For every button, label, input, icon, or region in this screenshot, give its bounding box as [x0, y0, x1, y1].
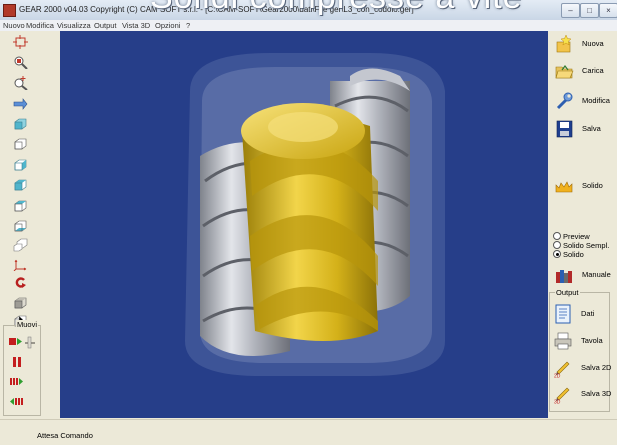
view-left-icon[interactable]: [13, 158, 28, 172]
modifica-button[interactable]: Modifica: [552, 90, 614, 112]
salva-3d-label: Salva 3D: [581, 389, 612, 398]
view-iso-icon[interactable]: [13, 238, 28, 252]
crown-solid-icon: [554, 176, 574, 196]
app-logo-icon: [3, 4, 16, 17]
solido-button[interactable]: Solido: [552, 175, 614, 197]
carica-button[interactable]: Carica: [552, 60, 614, 82]
salva-label: Salva: [582, 124, 601, 133]
fast-forward-icon[interactable]: [9, 375, 24, 389]
radio-preview-dot[interactable]: [553, 232, 561, 240]
radio-solido-sempl[interactable]: Solido Sempl.: [553, 241, 609, 250]
play-icon[interactable]: [8, 335, 36, 349]
fit-view-icon[interactable]: [13, 35, 28, 49]
pencil-3d-icon: 3D: [553, 384, 573, 406]
menu-help[interactable]: ?: [186, 21, 190, 30]
menu-opzioni[interactable]: Opzioni: [155, 21, 180, 30]
radio-preview-label: Preview: [563, 232, 590, 241]
radio-solido[interactable]: Solido: [553, 250, 584, 259]
minimize-icon[interactable]: –: [561, 3, 580, 18]
rewind-icon[interactable]: [9, 395, 24, 409]
tavola-label: Tavola: [581, 336, 603, 345]
menu-bar: Nuovo Modifica Visualizza Output Vista 3…: [0, 20, 617, 31]
move-group-label: Muovi: [16, 320, 39, 329]
nuova-button[interactable]: Nuova: [552, 33, 614, 55]
printer-icon: [553, 331, 573, 351]
radio-solido-dot[interactable]: [553, 250, 561, 258]
zoom-in-icon[interactable]: [13, 76, 28, 90]
modifica-label: Modifica: [582, 96, 610, 105]
solido-label: Solido: [582, 181, 603, 190]
radio-solido-sempl-dot[interactable]: [553, 241, 561, 249]
data-sheet-icon: [553, 304, 573, 324]
screw-rotor-3d-icon: [185, 53, 445, 376]
pencil-2d-icon: 2D: [553, 358, 573, 380]
view-front-icon[interactable]: [13, 117, 28, 131]
books-icon: [554, 265, 574, 285]
carica-label: Carica: [582, 66, 604, 75]
svg-text:2D: 2D: [554, 374, 561, 379]
salva-2d-button[interactable]: 2D Salva 2D: [551, 357, 613, 380]
manuale-label: Manuale: [582, 270, 611, 279]
radio-preview[interactable]: Preview: [553, 232, 590, 241]
cube-icon[interactable]: [13, 296, 28, 310]
rotate-icon[interactable]: [13, 276, 28, 290]
pan-arrow-icon[interactable]: [13, 97, 28, 111]
pause-icon[interactable]: [10, 355, 25, 369]
menu-vista-3d[interactable]: Vista 3D: [122, 21, 150, 30]
axes-icon[interactable]: [13, 257, 28, 271]
radio-solido-sempl-label: Solido Sempl.: [563, 241, 610, 250]
dati-label: Dati: [581, 309, 595, 318]
salva-2d-label: Salva 2D: [581, 363, 612, 372]
menu-nuovo[interactable]: Nuovo: [3, 21, 25, 30]
salva-button[interactable]: Salva: [552, 118, 614, 140]
new-star-icon: [554, 34, 574, 54]
salva-3d-button[interactable]: 3D Salva 3D: [551, 383, 613, 406]
menu-output[interactable]: Output: [94, 21, 117, 30]
menu-visualizza[interactable]: Visualizza: [57, 21, 91, 30]
zoom-window-icon[interactable]: [13, 55, 28, 69]
view-right-icon[interactable]: [13, 178, 28, 192]
manuale-button[interactable]: Manuale: [552, 264, 614, 286]
wrench-icon: [554, 91, 574, 111]
3d-viewport[interactable]: [60, 31, 548, 418]
status-bar: Attesa Comando: [0, 419, 617, 445]
svg-text:3D: 3D: [554, 400, 561, 405]
radio-solido-label: Solido: [563, 250, 584, 259]
close-icon[interactable]: ×: [599, 3, 617, 18]
floppy-disk-icon: [554, 119, 574, 139]
view-top-icon[interactable]: [13, 199, 28, 213]
menu-modifica[interactable]: Modifica: [26, 21, 54, 30]
view-back-icon[interactable]: [13, 137, 28, 151]
view-bottom-icon[interactable]: [13, 219, 28, 233]
maximize-icon[interactable]: □: [580, 3, 599, 18]
open-folder-icon: [554, 61, 574, 81]
app-window: GEAR 2000 v04.03 Copyright (C) CAM SOFT …: [0, 0, 617, 445]
overlay-slide-title: Solidi compresse a vite: [150, 0, 523, 17]
nuova-label: Nuova: [582, 39, 604, 48]
tavola-button[interactable]: Tavola: [551, 330, 613, 352]
status-text: Attesa Comando: [37, 431, 93, 440]
output-group-label: Output: [555, 288, 580, 297]
dati-button[interactable]: Dati: [551, 303, 613, 325]
